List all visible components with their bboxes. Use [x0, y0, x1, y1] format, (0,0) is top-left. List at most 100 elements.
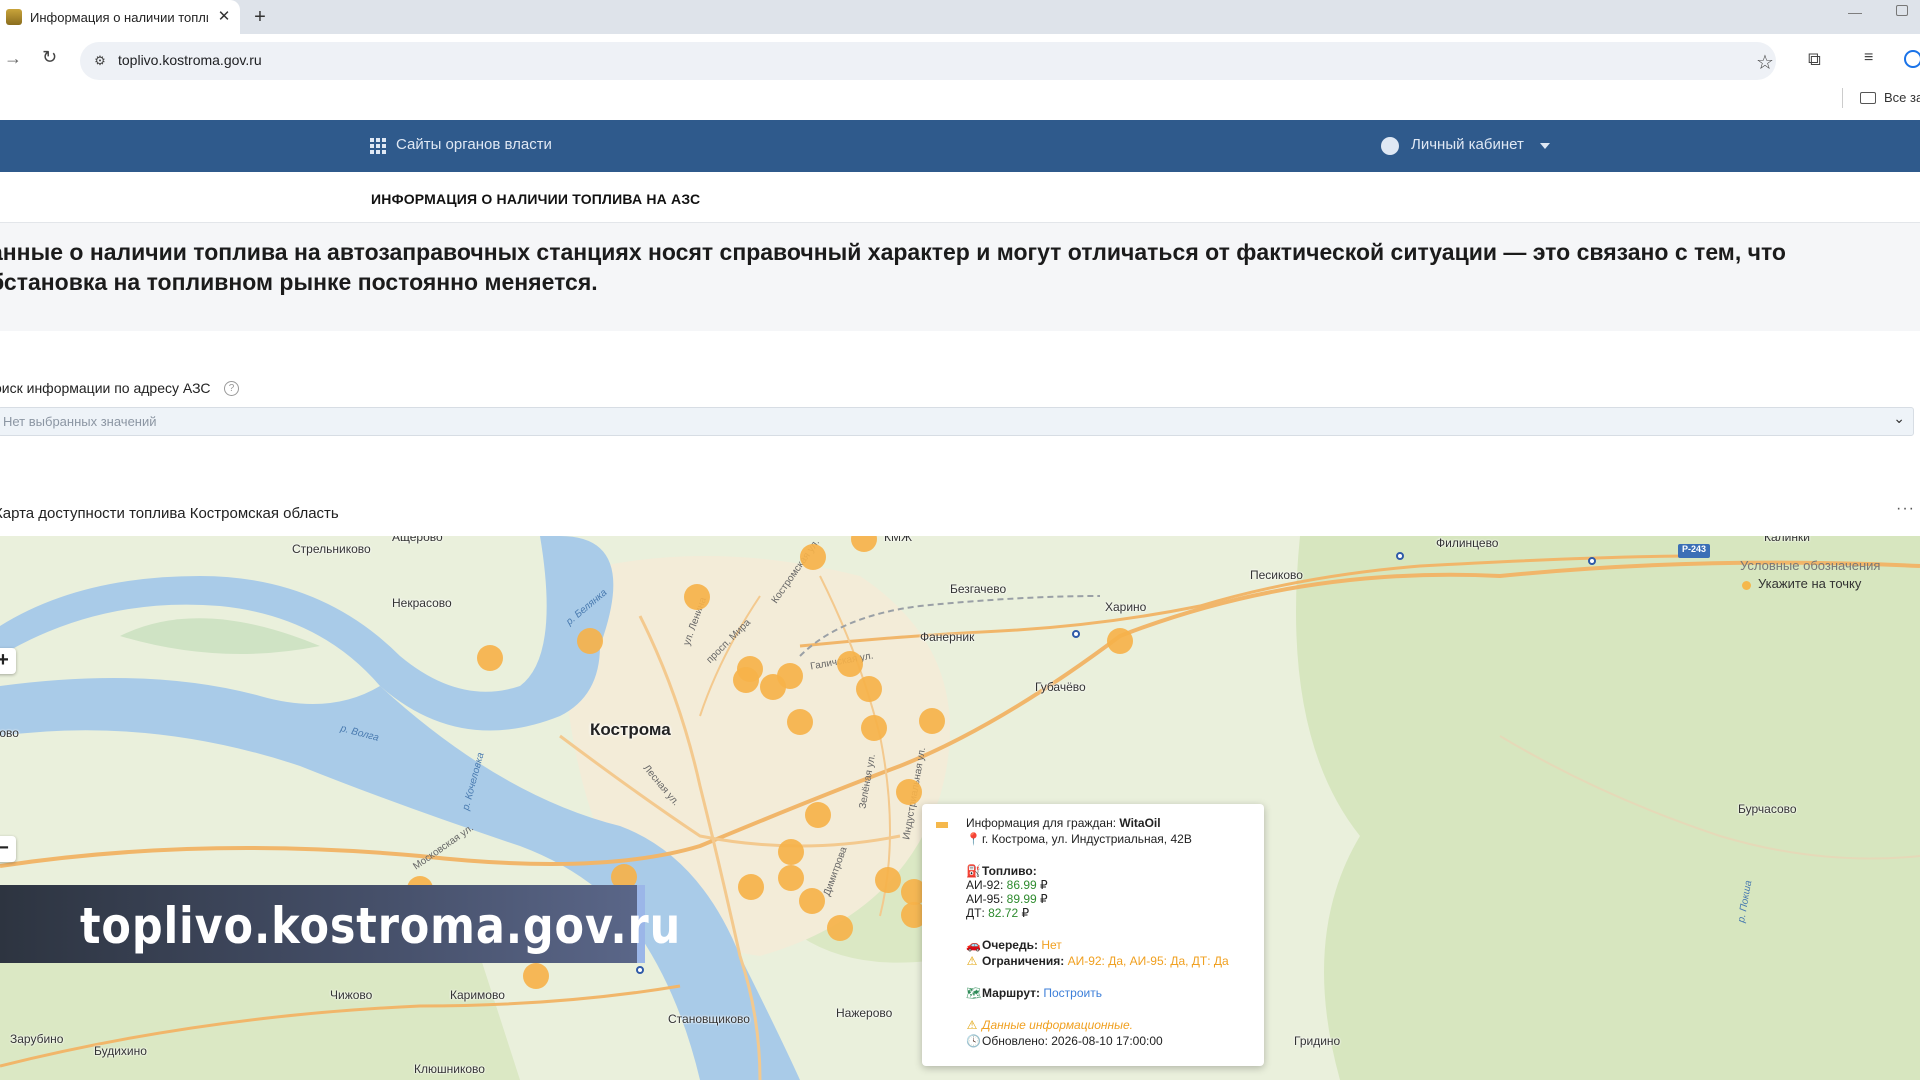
map-place-label: Бурчасово [1738, 802, 1797, 816]
fuel-station-marker[interactable] [778, 865, 804, 891]
search-placeholder: Нет выбранных значений [3, 414, 157, 429]
fuel-station-marker[interactable] [760, 674, 786, 700]
fuel-station-marker[interactable] [477, 645, 503, 671]
address-bar[interactable]: ⚙ toplivo.kostroma.gov.ru [80, 42, 1776, 80]
gov-sites-link[interactable]: Сайты органов власти [396, 136, 552, 153]
zoom-in-button[interactable]: + [0, 648, 16, 674]
site-settings-icon[interactable]: ⚙ [90, 51, 110, 71]
fuel-station-marker[interactable] [856, 676, 882, 702]
zoom-out-button[interactable]: − [0, 836, 16, 862]
new-tab-button[interactable]: + [248, 5, 272, 29]
notice-block: анные о наличии топлива на автозаправочн… [0, 223, 1920, 331]
map-place-label: Будихино [94, 1044, 147, 1058]
banner-text: toplivo.kostroma.gov.ru [80, 897, 682, 955]
map-place-label: Некрасово [392, 596, 452, 610]
city-label: Кострома [590, 720, 671, 739]
fuel-station-marker[interactable] [738, 874, 764, 900]
fuel-label: Топливо: [982, 864, 1037, 878]
map-place-label: Филинцево [1436, 536, 1499, 550]
popup-marker-icon [936, 822, 948, 828]
queue-row: 🚗Очередь: Нет [966, 938, 1062, 952]
build-route-link[interactable]: Построить [1043, 986, 1102, 1000]
site-favicon-icon [6, 9, 22, 25]
media-control-icon[interactable]: ≡ [1864, 49, 1873, 67]
url-banner-overlay: toplivo.kostroma.gov.ru [0, 885, 680, 963]
map-place-label: Гридино [1294, 1034, 1341, 1048]
user-icon[interactable] [1381, 137, 1399, 155]
map-place-label: Каримово [450, 988, 505, 1002]
map-place-label: Песиково [1250, 568, 1303, 582]
map-title: Карта доступности топлива Костромская об… [0, 505, 339, 522]
legend-item: Укажите на точку [1758, 576, 1862, 591]
map-header: Карта доступности топлива Костромская об… [0, 490, 1920, 536]
fuel-station-marker[interactable] [896, 779, 922, 805]
apps-grid-icon[interactable] [370, 138, 386, 154]
map-place-label: Фанерник [920, 630, 975, 644]
map-icon: 🗺 [966, 986, 982, 1000]
price-row: АИ-95: 89.99 ₽ [966, 892, 1048, 906]
fuel-station-marker[interactable] [778, 839, 804, 865]
price-label: АИ-92: [966, 878, 1007, 892]
fuel-station-marker[interactable] [800, 544, 826, 570]
bookmark-star-icon[interactable]: ☆ [1756, 50, 1774, 75]
map-place-label: Харино [1105, 600, 1147, 614]
fuel-station-marker[interactable] [523, 963, 549, 989]
fuel-station-marker[interactable] [799, 888, 825, 914]
gov-header-bar: Сайты органов власти Личный кабинет [0, 120, 1920, 172]
fuel-pump-icon: ⛽ [966, 864, 981, 878]
price-value: 82.72 [988, 906, 1019, 920]
price-label: ДТ: [966, 906, 989, 920]
fuel-station-marker[interactable] [919, 708, 945, 734]
fuel-station-marker[interactable] [875, 867, 901, 893]
forward-arrow-icon[interactable]: → [4, 48, 22, 69]
limits-row: ⚠ Ограничения: АИ-92: Да, АИ-95: Да, ДТ: … [966, 954, 1229, 968]
fuel-station-marker[interactable] [684, 584, 710, 610]
map-place-label: Ащерово [392, 536, 443, 544]
url-text[interactable]: toplivo.kostroma.gov.ru [118, 52, 262, 68]
fuel-station-marker[interactable] [837, 651, 863, 677]
tab-close-icon[interactable]: ✕ [214, 7, 234, 27]
updated-text: Обновлено: 2026-08-10 17:00:00 [982, 1034, 1163, 1048]
route-label: Маршрут: [982, 986, 1044, 1000]
help-icon[interactable]: ? [224, 381, 239, 396]
queue-value: Нет [1041, 938, 1062, 952]
minimize-icon[interactable]: — [1848, 4, 1862, 20]
notice-line: бстановка на топливном рынке постоянно м… [0, 269, 598, 295]
fuel-station-marker[interactable] [787, 709, 813, 735]
fuel-station-marker[interactable] [827, 915, 853, 941]
all-bookmarks-link[interactable]: Все за [1884, 90, 1920, 105]
legend-marker-icon [1742, 581, 1751, 590]
map-place-label: Стрельниково [292, 542, 371, 556]
station-address: г. Кострома, ул. Индустриальная, 42В [982, 832, 1192, 846]
chevron-down-icon[interactable]: ⌄ [1893, 410, 1905, 427]
more-options-icon[interactable]: ··· [1896, 500, 1915, 518]
currency: ₽ [1040, 878, 1048, 892]
price-row: ДТ: 82.72 ₽ [966, 906, 1029, 920]
fuel-station-marker[interactable] [861, 715, 887, 741]
extensions-icon[interactable]: ⧉ [1808, 49, 1821, 70]
map-place-label: Зарубино [10, 1032, 64, 1046]
browser-tab[interactable]: Информация о наличии топли ✕ [0, 0, 240, 34]
folder-icon[interactable] [1860, 92, 1876, 104]
address-search-select[interactable]: Нет выбранных значений ⌄ [0, 407, 1914, 436]
restore-icon[interactable] [1896, 5, 1908, 16]
fuel-station-marker[interactable] [805, 802, 831, 828]
limits-value: АИ-92: Да, АИ-95: Да, ДТ: Да [1067, 954, 1229, 968]
profile-icon[interactable] [1904, 50, 1920, 68]
fuel-map[interactable]: Стрельниково Некрасово Безгачево Фанерни… [0, 536, 1920, 1080]
chevron-down-icon[interactable] [1540, 143, 1550, 149]
notice-text: анные о наличии топлива на автозаправочн… [0, 237, 1890, 297]
popup-info-row: Информация для граждан: WitaOil [966, 816, 1161, 830]
clock-icon: 🕓 [966, 1034, 981, 1048]
browser-tab-bar: Информация о наличии топли ✕ + — [0, 0, 1920, 34]
map-place-label: Безгачево [950, 582, 1007, 596]
page-title: ИНФОРМАЦИЯ О НАЛИЧИИ ТОПЛИВА НА АЗС [371, 191, 701, 207]
fuel-station-marker[interactable] [1107, 628, 1133, 654]
reload-icon[interactable]: ↻ [42, 47, 57, 68]
fuel-station-marker[interactable] [577, 628, 603, 654]
map-place-label: Становщиково [668, 1012, 750, 1026]
queue-label: Очередь: [982, 938, 1042, 952]
map-place-label: Губачёво [1035, 680, 1086, 694]
fuel-station-marker[interactable] [733, 667, 759, 693]
personal-cabinet-link[interactable]: Личный кабинет [1411, 136, 1524, 153]
